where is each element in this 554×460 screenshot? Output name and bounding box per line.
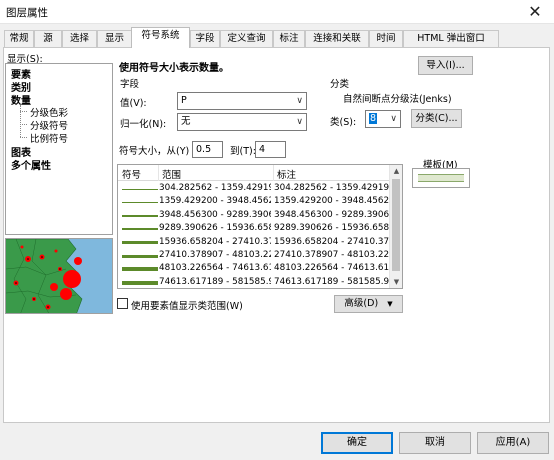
table-row[interactable]: 48103.226564 - 74613.61718848103.226564 … [118,263,390,275]
tab-html-popup[interactable]: HTML 弹出窗口 [403,30,499,47]
row-label[interactable]: 48103.226564 - 74613.617188 [274,263,390,273]
advanced-button-label: 高级(D) [344,298,379,309]
tab-selection[interactable]: 选择 [62,30,97,47]
symbol-size-from-label: 符号大小，从(Y) [119,146,190,157]
classify-button[interactable]: 分类(C)... [411,109,462,128]
normalization-selected: 无 [181,116,191,127]
header-range[interactable]: 范围 [162,167,181,181]
row-label[interactable]: 9289.390626 - 15936.658203 [274,223,390,233]
symbol-size-to-label: 到(T): [230,146,256,157]
advanced-button[interactable]: 高级(D) ▼ [334,295,403,313]
symbol-line[interactable] [122,201,158,203]
classification-method: 自然间断点分级法(Jenks) [343,94,452,105]
header-symbol[interactable]: 符号 [122,167,141,181]
row-label[interactable]: 27410.378907 - 48103.226563 [274,250,390,260]
classes-selected: 8 [369,113,378,124]
normalization-select[interactable]: 无 ∨ [177,113,307,131]
classes-label: 类(S): [330,117,357,128]
symbol-line[interactable] [122,254,158,258]
symbol-line[interactable] [122,241,158,245]
row-range[interactable]: 27410.378907 - 48103.226563 [159,250,271,260]
normalization-label: 归一化(N): [120,119,167,130]
row-range[interactable]: 9289.390626 - 15936.658203 [159,223,271,233]
header-label[interactable]: 标注 [277,167,296,181]
tab-general[interactable]: 常规 [4,30,34,47]
show-item-multiple-attributes[interactable]: 多个属性 [11,157,51,172]
scroll-down-icon[interactable]: ▼ [390,276,402,288]
table-row[interactable]: 27410.378907 - 48103.22656327410.378907 … [118,250,390,262]
symbol-size-from-input[interactable]: 0.5 [192,141,223,158]
chevron-down-icon: ∨ [390,114,397,124]
scroll-thumb[interactable] [392,179,400,271]
row-range[interactable]: 1359.429200 - 3948.456299 [159,196,271,206]
symbol-line[interactable] [122,214,158,217]
classes-select[interactable]: 8 ∨ [365,110,401,128]
tab-source[interactable]: 源 [34,30,62,47]
tab-display[interactable]: 显示 [97,30,132,47]
table-header: 符号 范围 标注 [118,165,390,181]
symbology-description: 使用符号大小表示数量。 [119,63,229,74]
symbol-line[interactable] [122,228,158,231]
table-scrollbar[interactable]: ▲ ▼ [389,165,402,288]
map-preview [5,238,113,314]
row-label[interactable]: 15936.658204 - 27410.378906 [274,237,390,247]
show-item-proportional-symbols[interactable]: 比例符号 [30,131,68,145]
table-row[interactable]: 74613.617189 - 581585.93750074613.617189… [118,277,390,288]
value-label: 值(V): [120,98,147,109]
fields-group-title: 字段 [120,79,140,90]
ok-button[interactable]: 确定 [321,432,393,454]
row-label[interactable]: 1359.429200 - 3948.456299 [274,196,390,206]
apply-button[interactable]: 应用(A) [477,432,549,454]
symbol-line[interactable] [122,280,158,285]
table-row[interactable]: 304.282562 - 1359.429199 304.282562 - 135… [118,183,390,195]
row-range[interactable]: 48103.226564 - 74613.617188 [159,263,271,273]
template-symbol[interactable] [412,168,470,188]
show-class-ranges-label: 使用要素值显示类范围(W) [131,301,243,312]
row-range[interactable]: 3948.456300 - 9289.390625 [159,210,271,220]
row-label[interactable]: 3948.456300 - 9289.390625 [274,210,390,220]
tab-labels[interactable]: 标注 [273,30,305,47]
show-item-quantities[interactable]: 数量 [11,92,31,107]
row-range[interactable]: 74613.617189 - 581585.937500 [159,277,271,287]
dropdown-arrow-icon: ▼ [387,300,393,308]
map-preview-image [6,239,112,313]
title-bar: 图层属性 ✕ [0,0,554,24]
tab-symbology[interactable]: 符号系统 [131,27,190,48]
value-field-select[interactable]: P ∨ [177,92,307,110]
chevron-down-icon: ∨ [296,117,303,127]
symbol-line[interactable] [122,267,158,272]
table-row[interactable]: 3948.456300 - 9289.3906253948.456300 - 9… [118,210,390,222]
show-class-ranges-checkbox[interactable] [117,298,128,309]
tab-definition-query[interactable]: 定义查询 [220,30,273,47]
scroll-up-icon[interactable]: ▲ [390,165,402,177]
class-table[interactable]: 符号 范围 标注 304.282562 - 1359.429199 304.282… [117,164,403,289]
close-icon[interactable]: ✕ [520,1,550,23]
tab-fields[interactable]: 字段 [190,30,220,47]
chevron-down-icon: ∨ [296,96,303,106]
import-button[interactable]: 导入(I)... [418,56,473,75]
tab-joins-relates[interactable]: 连接和关联 [305,30,369,47]
symbol-size-to-input[interactable]: 4 [255,141,286,158]
show-item-graduated-colors[interactable]: 分级色彩 [30,105,68,119]
cancel-button[interactable]: 取消 [399,432,471,454]
show-tree: 要素 类别 数量 分级色彩 分级符号 比例符号 图表 多个属性 [5,63,113,235]
table-row[interactable]: 15936.658204 - 27410.37890615936.658204 … [118,237,390,249]
row-label[interactable]: 74613.617189 - 581585.937500 [274,277,390,287]
row-range[interactable]: 304.282562 - 1359.429199 [159,183,271,193]
table-row[interactable]: 1359.429200 - 3948.4562991359.429200 - 3… [118,196,390,208]
value-field-selected: P [181,95,187,106]
show-item-graduated-symbols[interactable]: 分级符号 [30,118,68,132]
classification-group-title: 分类 [330,79,350,90]
table-row[interactable]: 9289.390626 - 15936.6582039289.390626 - … [118,223,390,235]
row-label[interactable]: 304.282562 - 1359.429199 [274,183,390,193]
symbol-line[interactable] [122,188,158,190]
tab-time[interactable]: 时间 [369,30,403,47]
window-title: 图层属性 [6,7,48,19]
row-range[interactable]: 15936.658204 - 27410.378906 [159,237,271,247]
